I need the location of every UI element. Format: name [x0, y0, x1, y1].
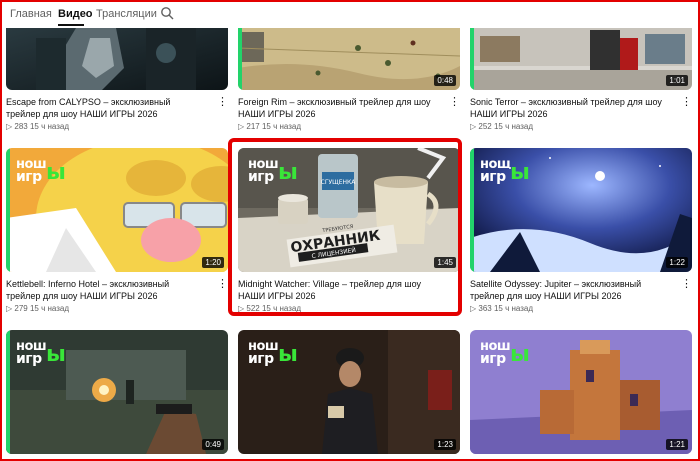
video-thumbnail[interactable]: нош игр ы 1:22 [470, 148, 692, 272]
view-count: ▷ 283 [6, 122, 28, 131]
video-card[interactable]: СГУЩЕНКА ТРЕБУЮТСЯ ОХРАННИК С ЛИЦЕНЗИЕЙ … [238, 148, 460, 313]
tab-videos[interactable]: Видео [58, 8, 93, 20]
watch-progress-bar [6, 148, 10, 272]
nashi-igry-logo: нош игр ы [480, 339, 530, 367]
video-title[interactable]: Sonic Terror – эксклюзивный трейлер для … [470, 96, 670, 120]
video-duration: 0:48 [434, 75, 456, 86]
video-thumbnail[interactable]: 0:48 [238, 28, 460, 90]
upload-age: 15 ч назад [493, 122, 534, 131]
nashi-igry-logo: нош игр ы [480, 157, 530, 185]
more-options-icon[interactable]: ⋮ [680, 279, 692, 290]
video-meta: ▷ 252 15 ч назад [470, 122, 533, 131]
active-tab-indicator [58, 24, 84, 26]
video-duration: 0:49 [202, 439, 224, 450]
more-options-icon[interactable]: ⋮ [216, 279, 228, 290]
watch-progress-bar [6, 330, 10, 454]
video-duration: 1:22 [666, 257, 688, 268]
view-count: ▷ 217 [238, 122, 260, 131]
video-thumbnail[interactable]: нош игр ы 1:21 [470, 330, 692, 454]
video-card[interactable]: нош игр ы 0:49 [6, 330, 228, 454]
video-card[interactable]: 0:48 Foreign Rim – эксклюзивный трейлер … [238, 28, 460, 131]
more-options-icon[interactable]: ⋮ [216, 97, 228, 108]
video-meta: ▷ 522 15 ч назад [238, 304, 301, 313]
thumbnail-art-robot [6, 28, 228, 90]
view-count: ▷ 279 [6, 304, 28, 313]
tab-home[interactable]: Главная [10, 8, 52, 20]
svg-text:СГУЩЕНКА: СГУЩЕНКА [321, 179, 357, 186]
tab-streams[interactable]: Трансляции [96, 8, 157, 20]
upload-age: 15 ч назад [29, 304, 70, 313]
watch-progress-bar [470, 148, 474, 272]
upload-age: 15 ч назад [29, 122, 70, 131]
video-card[interactable]: нош игр ы 1:20 Kettlebell: Inferno Hotel –… [6, 148, 228, 313]
video-title[interactable]: Kettlebell: Inferno Hotel – эксклюзивный… [6, 278, 206, 302]
video-duration: 1:20 [202, 257, 224, 268]
video-duration: 1:23 [434, 439, 456, 450]
more-options-icon[interactable]: ⋮ [680, 97, 692, 108]
video-title[interactable]: Midnight Watcher: Village – трейлер для … [238, 278, 438, 302]
thumbnail-art-battlefield [238, 28, 460, 90]
video-title[interactable]: Escape from CALYPSO – эксклюзивный трейл… [6, 96, 206, 120]
upload-age: 15 ч назад [261, 304, 302, 313]
view-count: ▷ 522 [238, 304, 260, 313]
video-thumbnail[interactable]: СГУЩЕНКА ТРЕБУЮТСЯ ОХРАННИК С ЛИЦЕНЗИЕЙ … [238, 148, 460, 272]
watch-progress-bar [238, 28, 242, 90]
video-duration: 1:01 [666, 75, 688, 86]
video-card[interactable]: 1:01 Sonic Terror – эксклюзивный трейлер… [470, 28, 692, 131]
channel-tabs: Главная Видео Трансляции [0, 0, 700, 28]
nashi-igry-logo: нош игр ы [16, 157, 66, 185]
video-title[interactable]: Satellite Odyssey: Jupiter – эксклюзивны… [470, 278, 670, 302]
video-duration: 1:45 [434, 257, 456, 268]
video-card[interactable]: нош игр ы 1:23 [238, 330, 460, 454]
upload-age: 15 ч назад [493, 304, 534, 313]
thumbnail-art-room [470, 28, 692, 90]
video-meta: ▷ 217 15 ч назад [238, 122, 301, 131]
nashi-igry-logo: нош игр ы [248, 339, 298, 367]
video-thumbnail[interactable]: нош игр ы 1:23 [238, 330, 460, 454]
video-title[interactable]: Foreign Rim – эксклюзивный трейлер для ш… [238, 96, 438, 120]
video-meta: ▷ 279 15 ч назад [6, 304, 69, 313]
video-thumbnail[interactable]: 1:01 [470, 28, 692, 90]
search-icon[interactable] [160, 6, 174, 20]
upload-age: 15 ч назад [261, 122, 302, 131]
watch-progress-bar [470, 28, 474, 90]
nashi-igry-logo: нош игр ы [248, 157, 298, 185]
video-thumbnail[interactable]: нош игр ы 1:20 [6, 148, 228, 272]
video-thumbnail[interactable]: нош игр ы 0:49 [6, 330, 228, 454]
view-count: ▷ 363 [470, 304, 492, 313]
more-options-icon[interactable]: ⋮ [448, 97, 460, 108]
video-duration: 1:21 [666, 439, 688, 450]
video-meta: ▷ 283 15 ч назад [6, 122, 69, 131]
video-card[interactable]: нош игр ы 1:21 [470, 330, 692, 454]
video-card[interactable]: нош игр ы 1:22 Satellite Odyssey: Jupiter … [470, 148, 692, 313]
video-meta: ▷ 363 15 ч назад [470, 304, 533, 313]
nashi-igry-logo: нош игр ы [16, 339, 66, 367]
video-thumbnail[interactable] [6, 28, 228, 90]
view-count: ▷ 252 [470, 122, 492, 131]
video-card[interactable]: Escape from CALYPSO – эксклюзивный трейл… [6, 28, 228, 131]
